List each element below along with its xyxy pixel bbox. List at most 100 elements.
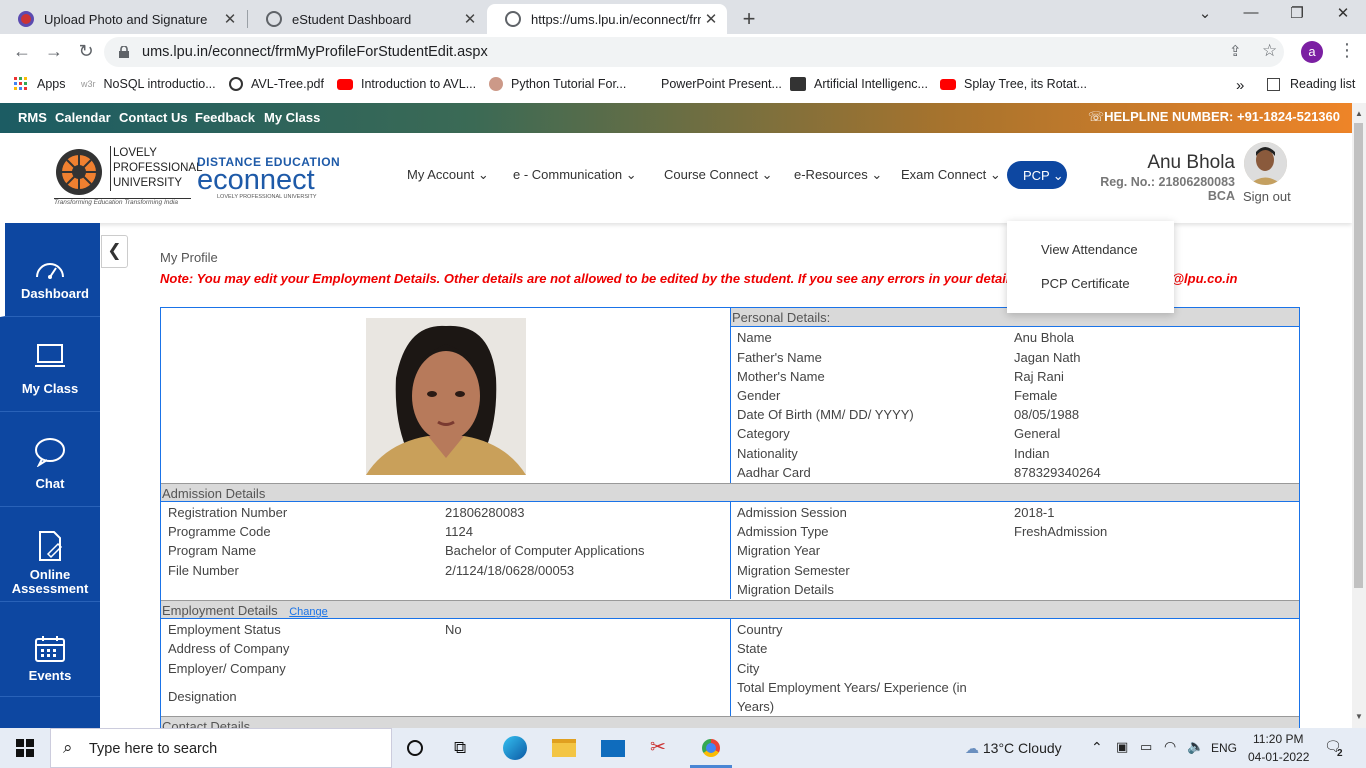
sign-out-link[interactable]: Sign out [1243, 189, 1291, 204]
browser-tab-strip: Upload Photo and Signature ✕ eStudent Da… [0, 0, 1366, 34]
logo-text-line: UNIVERSITY [113, 177, 183, 189]
weather-widget[interactable]: ☁ 13°C Cloudy [965, 740, 1062, 757]
new-tab-button[interactable]: + [738, 6, 760, 32]
omnibox[interactable]: ums.lpu.in/econnect/frmMyProfileForStude… [104, 37, 1284, 67]
bookmark-splay-tree[interactable]: Splay Tree, its Rotat... [940, 77, 1087, 91]
top-link-contact-us[interactable]: Contact Us [119, 110, 188, 125]
mail-icon[interactable] [601, 740, 625, 757]
menu-label: PCP [1023, 168, 1050, 183]
scrollbar-thumb[interactable] [1354, 123, 1363, 588]
file-explorer-icon[interactable] [552, 739, 576, 757]
bookmark-nosql[interactable]: w3r NoSQL introductio... [81, 77, 216, 91]
sidebar-item-events[interactable]: Events [0, 603, 100, 697]
top-link-my-class[interactable]: My Class [264, 110, 320, 125]
tab-close-icon[interactable]: ✕ [701, 10, 721, 28]
profile-avatar-icon[interactable]: a [1301, 41, 1323, 63]
menu-my-account[interactable]: My Account ⌄ [407, 167, 489, 183]
change-employment-link[interactable]: Change [289, 606, 328, 618]
globe-icon [266, 11, 282, 27]
bookmark-powerpoint[interactable]: PowerPoint Present... [639, 77, 782, 91]
field-label: Migration Year [737, 543, 821, 558]
menu-label: Exam Connect [901, 167, 987, 182]
phone-icon: ☏ [1087, 109, 1105, 124]
edge-browser-icon[interactable] [503, 736, 527, 760]
bookmark-avl-pdf[interactable]: AVL-Tree.pdf [229, 77, 324, 91]
sidebar-label: Online Assessment [11, 567, 89, 596]
menu-dots-icon[interactable]: ⋮ [1338, 40, 1356, 61]
top-link-calendar[interactable]: Calendar [55, 110, 111, 125]
lock-icon [119, 46, 129, 58]
field-label: Migration Semester [737, 563, 850, 578]
browser-tab-estudent-dashboard[interactable]: eStudent Dashboard ✕ [248, 4, 486, 34]
sidebar-item-chat[interactable]: Chat [0, 413, 100, 507]
lpu-logo[interactable]: LOVELY PROFESSIONAL UNIVERSITY Transform… [54, 145, 202, 209]
wifi-icon[interactable]: ◠ [1164, 738, 1176, 755]
logo-text-line: PROFESSIONAL [113, 162, 203, 174]
field-label: Years) [737, 699, 775, 714]
input-language[interactable]: ENG [1211, 741, 1237, 755]
top-link-rms[interactable]: RMS [18, 110, 47, 125]
field-label: Total Employment Years/ Experience (in [737, 680, 967, 695]
bookmarks-overflow-icon[interactable]: » [1236, 77, 1244, 94]
top-link-feedback[interactable]: Feedback [195, 110, 255, 125]
browser-tab-profile-active[interactable]: https://ums.lpu.in/econnect/frmM ✕ [487, 4, 727, 34]
tab-close-icon[interactable]: ✕ [460, 10, 480, 28]
clock-date[interactable]: 04-01-2022 [1248, 750, 1309, 764]
user-avatar[interactable] [1244, 142, 1287, 185]
reload-icon[interactable]: ↻ [76, 41, 96, 62]
sidebar-label: Dashboard [21, 286, 89, 301]
cloud-icon: ☁ [965, 740, 979, 756]
page-scrollbar[interactable]: ▲ ▼ [1352, 103, 1366, 728]
bookmark-label: NoSQL introductio... [103, 77, 216, 91]
reading-list-button[interactable]: Reading list [1267, 77, 1355, 91]
windows-start-icon[interactable] [16, 739, 34, 757]
minimize-icon[interactable]: — [1236, 4, 1266, 21]
menu-e-communication[interactable]: e - Communication ⌄ [513, 167, 637, 183]
url-text[interactable]: ums.lpu.in/econnect/frmMyProfileForStude… [142, 44, 488, 60]
bookmark-label: AVL-Tree.pdf [251, 77, 324, 91]
chevron-down-icon: ⌄ [989, 167, 1001, 182]
chevron-down-icon: ⌄ [625, 167, 637, 182]
share-icon[interactable]: ⇪ [1229, 42, 1242, 60]
sidebar-item-online-assessment[interactable]: Online Assessment [0, 508, 100, 602]
sidebar-collapse-button[interactable]: ❮ [101, 235, 128, 268]
snipping-tool-icon[interactable]: ✂ [650, 736, 672, 758]
volume-icon[interactable]: 🔈 [1187, 738, 1204, 755]
scroll-down-icon[interactable]: ▼ [1355, 712, 1363, 721]
chrome-browser-icon[interactable] [699, 736, 723, 760]
bookmark-label: Apps [37, 77, 66, 91]
youtube-icon [940, 78, 956, 90]
dropdown-pcp-certificate[interactable]: PCP Certificate [1041, 276, 1130, 291]
bookmark-star-icon[interactable]: ☆ [1262, 41, 1277, 61]
close-window-icon[interactable]: ✕ [1328, 4, 1358, 22]
bookmark-python[interactable]: Python Tutorial For... [489, 77, 626, 91]
chevron-up-icon[interactable]: ⌃ [1091, 739, 1103, 756]
battery-icon[interactable]: ▭ [1140, 739, 1152, 755]
econnect-logo[interactable]: DISTANCE EDUCATION econnect LOVELY PROFE… [197, 155, 342, 205]
bookmark-ai[interactable]: Artificial Intelligenc... [790, 77, 928, 91]
tab-search-chevron-icon[interactable]: ⌄ [1190, 4, 1220, 22]
menu-exam-connect[interactable]: Exam Connect ⌄ [901, 167, 1001, 183]
bookmark-avl-intro[interactable]: Introduction to AVL... [337, 77, 476, 91]
meet-now-icon[interactable]: ▣ [1116, 739, 1128, 755]
clock-time[interactable]: 11:20 PM [1253, 732, 1303, 746]
field-value: 21806280083 [445, 505, 525, 520]
task-view-icon[interactable]: ⧉ [454, 738, 476, 758]
restore-icon[interactable]: ❐ [1282, 4, 1312, 22]
menu-e-resources[interactable]: e-Resources ⌄ [794, 167, 882, 183]
taskbar-search-box[interactable]: ⌕ Type here to search [50, 728, 392, 768]
bookmark-apps[interactable]: Apps [14, 77, 66, 91]
tab-close-icon[interactable]: ✕ [220, 10, 240, 28]
sidebar-item-my-class[interactable]: My Class [0, 318, 100, 412]
sidebar-item-dashboard[interactable]: Dashboard [0, 223, 100, 317]
dropdown-view-attendance[interactable]: View Attendance [1041, 242, 1138, 257]
menu-course-connect[interactable]: Course Connect ⌄ [664, 167, 772, 183]
back-icon[interactable]: ← [12, 41, 32, 62]
field-value: Anu Bhola [1014, 330, 1074, 345]
forward-icon[interactable]: → [44, 41, 64, 62]
menu-pcp[interactable]: PCP ⌄ [1007, 161, 1067, 189]
chevron-left-icon: ❮ [107, 241, 122, 260]
scroll-up-icon[interactable]: ▲ [1355, 109, 1363, 118]
browser-tab-upload-photo[interactable]: Upload Photo and Signature ✕ [0, 4, 246, 34]
cortana-icon[interactable] [407, 740, 423, 756]
